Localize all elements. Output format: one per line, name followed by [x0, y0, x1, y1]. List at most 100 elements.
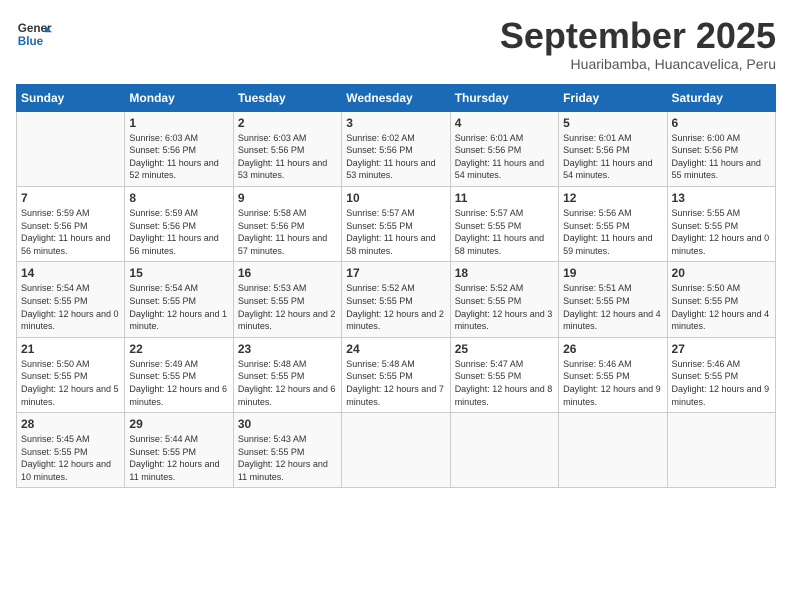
day-number: 15 — [129, 266, 228, 280]
week-row-2: 7 Sunrise: 5:59 AMSunset: 5:56 PMDaylight… — [17, 186, 776, 261]
day-detail: Sunrise: 5:45 AMSunset: 5:55 PMDaylight:… — [21, 433, 120, 483]
calendar-cell: 9Sunrise: 5:58 AMSunset: 5:56 PMDaylight… — [233, 186, 341, 261]
logo-icon: General Blue — [16, 16, 52, 52]
calendar-cell: 8Sunrise: 5:59 AMSunset: 5:56 PMDaylight… — [125, 186, 233, 261]
day-number: 13 — [672, 191, 771, 205]
calendar-cell — [17, 111, 125, 186]
logo: General Blue — [16, 16, 52, 52]
calendar-table: SundayMondayTuesdayWednesdayThursdayFrid… — [16, 84, 776, 489]
day-detail: Sunrise: 5:50 AMSunset: 5:55 PMDaylight:… — [21, 358, 120, 408]
day-detail: Sunrise: 5:49 AMSunset: 5:55 PMDaylight:… — [129, 358, 228, 408]
day-number: 1 — [129, 116, 228, 130]
day-detail: Sunrise: 5:55 AMSunset: 5:55 PMDaylight:… — [672, 207, 771, 257]
day-detail: Sunrise: 5:59 AMSunset: 5:56 PMDaylight:… — [129, 207, 228, 257]
column-header-friday: Friday — [559, 84, 667, 111]
column-header-sunday: Sunday — [17, 84, 125, 111]
calendar-cell: 11 Sunrise: 5:57 AMSunset: 5:55 PMDayligh… — [450, 186, 558, 261]
day-number: 10 — [346, 191, 445, 205]
day-detail: Sunrise: 6:03 AMSunset: 5:56 PMDaylight:… — [238, 132, 337, 182]
calendar-cell: 21 Sunrise: 5:50 AMSunset: 5:55 PMDayligh… — [17, 337, 125, 412]
week-row-4: 21 Sunrise: 5:50 AMSunset: 5:55 PMDayligh… — [17, 337, 776, 412]
day-number: 6 — [672, 116, 771, 130]
calendar-cell: 28 Sunrise: 5:45 AMSunset: 5:55 PMDayligh… — [17, 413, 125, 488]
day-detail: Sunrise: 6:02 AMSunset: 5:56 PMDaylight:… — [346, 132, 445, 182]
column-header-monday: Monday — [125, 84, 233, 111]
calendar-cell: 2 Sunrise: 6:03 AMSunset: 5:56 PMDaylight… — [233, 111, 341, 186]
calendar-cell: 17 Sunrise: 5:52 AMSunset: 5:55 PMDayligh… — [342, 262, 450, 337]
week-row-1: 1 Sunrise: 6:03 AMSunset: 5:56 PMDaylight… — [17, 111, 776, 186]
header: General Blue September 2025 Huaribamba, … — [16, 16, 776, 72]
day-number: 30 — [238, 417, 337, 431]
day-number: 7 — [21, 191, 120, 205]
calendar-cell — [667, 413, 775, 488]
calendar-cell: 23Sunrise: 5:48 AMSunset: 5:55 PMDayligh… — [233, 337, 341, 412]
calendar-cell: 4 Sunrise: 6:01 AMSunset: 5:56 PMDaylight… — [450, 111, 558, 186]
calendar-cell: 13 Sunrise: 5:55 AMSunset: 5:55 PMDayligh… — [667, 186, 775, 261]
calendar-cell: 1 Sunrise: 6:03 AMSunset: 5:56 PMDaylight… — [125, 111, 233, 186]
day-detail: Sunrise: 5:56 AMSunset: 5:55 PMDaylight:… — [563, 207, 662, 257]
calendar-cell — [559, 413, 667, 488]
day-detail: Sunrise: 6:01 AMSunset: 5:56 PMDaylight:… — [455, 132, 554, 182]
calendar-cell: 7 Sunrise: 5:59 AMSunset: 5:56 PMDaylight… — [17, 186, 125, 261]
calendar-cell: 24 Sunrise: 5:48 AMSunset: 5:55 PMDayligh… — [342, 337, 450, 412]
calendar-cell: 6 Sunrise: 6:00 AMSunset: 5:56 PMDaylight… — [667, 111, 775, 186]
calendar-cell: 5Sunrise: 6:01 AMSunset: 5:56 PMDaylight… — [559, 111, 667, 186]
calendar-cell: 25 Sunrise: 5:47 AMSunset: 5:55 PMDayligh… — [450, 337, 558, 412]
calendar-cell — [450, 413, 558, 488]
day-number: 16 — [238, 266, 337, 280]
day-detail: Sunrise: 5:58 AMSunset: 5:56 PMDaylight:… — [238, 207, 337, 257]
day-number: 24 — [346, 342, 445, 356]
day-detail: Sunrise: 5:44 AMSunset: 5:55 PMDaylight:… — [129, 433, 228, 483]
day-number: 23 — [238, 342, 337, 356]
day-detail: Sunrise: 5:46 AMSunset: 5:55 PMDaylight:… — [672, 358, 771, 408]
day-detail: Sunrise: 5:57 AMSunset: 5:55 PMDaylight:… — [455, 207, 554, 257]
day-detail: Sunrise: 6:00 AMSunset: 5:56 PMDaylight:… — [672, 132, 771, 182]
day-number: 21 — [21, 342, 120, 356]
day-detail: Sunrise: 5:52 AMSunset: 5:55 PMDaylight:… — [346, 282, 445, 332]
day-number: 26 — [563, 342, 662, 356]
day-detail: Sunrise: 5:59 AMSunset: 5:56 PMDaylight:… — [21, 207, 120, 257]
day-detail: Sunrise: 5:48 AMSunset: 5:55 PMDaylight:… — [346, 358, 445, 408]
week-row-5: 28 Sunrise: 5:45 AMSunset: 5:55 PMDayligh… — [17, 413, 776, 488]
calendar-cell: 22 Sunrise: 5:49 AMSunset: 5:55 PMDayligh… — [125, 337, 233, 412]
calendar-cell: 3Sunrise: 6:02 AMSunset: 5:56 PMDaylight… — [342, 111, 450, 186]
day-detail: Sunrise: 5:52 AMSunset: 5:55 PMDaylight:… — [455, 282, 554, 332]
day-number: 11 — [455, 191, 554, 205]
day-detail: Sunrise: 5:57 AMSunset: 5:55 PMDaylight:… — [346, 207, 445, 257]
day-number: 18 — [455, 266, 554, 280]
day-detail: Sunrise: 5:53 AMSunset: 5:55 PMDaylight:… — [238, 282, 337, 332]
day-number: 27 — [672, 342, 771, 356]
title-area: September 2025 Huaribamba, Huancavelica,… — [500, 16, 776, 72]
day-detail: Sunrise: 6:01 AMSunset: 5:56 PMDaylight:… — [563, 132, 662, 182]
day-number: 12 — [563, 191, 662, 205]
calendar-cell: 26 Sunrise: 5:46 AMSunset: 5:55 PMDayligh… — [559, 337, 667, 412]
day-number: 28 — [21, 417, 120, 431]
day-detail: Sunrise: 5:51 AMSunset: 5:55 PMDaylight:… — [563, 282, 662, 332]
calendar-cell: 18 Sunrise: 5:52 AMSunset: 5:55 PMDayligh… — [450, 262, 558, 337]
column-header-tuesday: Tuesday — [233, 84, 341, 111]
day-detail: Sunrise: 5:47 AMSunset: 5:55 PMDaylight:… — [455, 358, 554, 408]
column-header-thursday: Thursday — [450, 84, 558, 111]
calendar-cell: 27 Sunrise: 5:46 AMSunset: 5:55 PMDayligh… — [667, 337, 775, 412]
day-detail: Sunrise: 6:03 AMSunset: 5:56 PMDaylight:… — [129, 132, 228, 182]
calendar-cell — [342, 413, 450, 488]
day-number: 19 — [563, 266, 662, 280]
day-number: 29 — [129, 417, 228, 431]
day-number: 25 — [455, 342, 554, 356]
column-header-saturday: Saturday — [667, 84, 775, 111]
column-header-wednesday: Wednesday — [342, 84, 450, 111]
day-detail: Sunrise: 5:54 AMSunset: 5:55 PMDaylight:… — [129, 282, 228, 332]
calendar-cell: 16 Sunrise: 5:53 AMSunset: 5:55 PMDayligh… — [233, 262, 341, 337]
day-number: 22 — [129, 342, 228, 356]
day-number: 20 — [672, 266, 771, 280]
calendar-cell: 15 Sunrise: 5:54 AMSunset: 5:55 PMDayligh… — [125, 262, 233, 337]
header-row: SundayMondayTuesdayWednesdayThursdayFrid… — [17, 84, 776, 111]
calendar-cell: 12 Sunrise: 5:56 AMSunset: 5:55 PMDayligh… — [559, 186, 667, 261]
day-number: 2 — [238, 116, 337, 130]
day-detail: Sunrise: 5:46 AMSunset: 5:55 PMDaylight:… — [563, 358, 662, 408]
calendar-cell: 30Sunrise: 5:43 AMSunset: 5:55 PMDayligh… — [233, 413, 341, 488]
day-number: 17 — [346, 266, 445, 280]
svg-text:Blue: Blue — [18, 35, 44, 48]
day-number: 4 — [455, 116, 554, 130]
calendar-cell: 29 Sunrise: 5:44 AMSunset: 5:55 PMDayligh… — [125, 413, 233, 488]
